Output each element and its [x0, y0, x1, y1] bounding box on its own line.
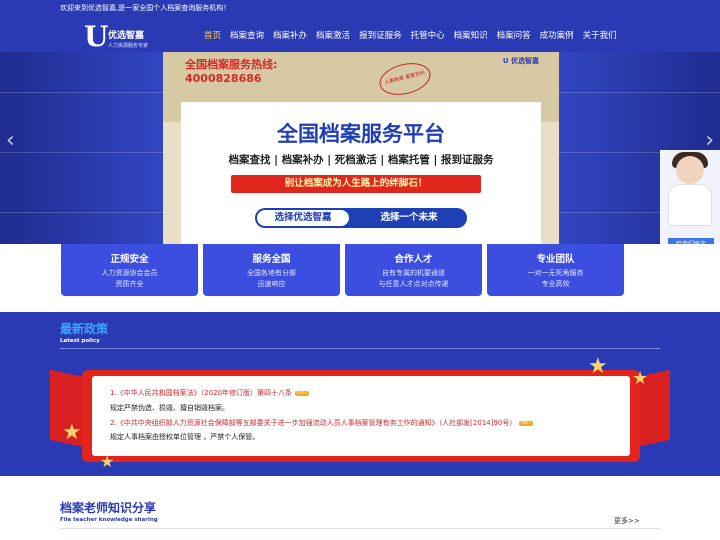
nav-item-report-certificate[interactable]: 报到证服务	[359, 29, 402, 43]
chevron-left-icon[interactable]: ‹	[6, 128, 15, 153]
teacher-sharing-section: 档案老师知识分享 File teacher knowledge sharing …	[0, 476, 720, 540]
customer-service-widget: 给我们留言	[660, 150, 720, 252]
poster-logo: U 优选智嘉	[502, 57, 539, 65]
nav-item-archive-qa[interactable]: 档案问答	[497, 29, 531, 43]
policy-title[interactable]: 2.《中共中央组织部人力资源社会保障部等五部委关于进一步加强流动人员人事档案管理…	[110, 418, 534, 428]
nav-item-archive-activation[interactable]: 档案激活	[316, 29, 350, 43]
hot-badge: HOT	[295, 390, 309, 396]
hero-banner: U 优选智嘉 人力资源服务专家 首页 档案查询 档案补办 档案激活 报到证服务 …	[0, 18, 720, 244]
star-icon: ★	[62, 420, 82, 445]
pill-right-text: 选择一个未来	[380, 212, 438, 223]
banner-slide[interactable]: 全国档案服务热线: 4000828686 人事档案 重要资料 U 优选智嘉 全国…	[163, 52, 559, 244]
features-section: 正规安全 人力资源协会会员 资质齐全 服务全国 全国各地有分部 迅速响应 合作人…	[0, 244, 720, 312]
feature-line: 与任意人才点对点传递	[378, 280, 449, 288]
welcome-text: 欢迎来到优选智嘉,是一家全国个人档案查询服务机构！	[60, 4, 231, 12]
divider	[60, 528, 660, 529]
banner-pill: 选择优选智嘉 选择一个未来	[255, 208, 467, 228]
policy-title[interactable]: 1.《中华人民共和国档案法》（2020年修订版）第四十八条 HOT	[110, 388, 309, 398]
section-subheading: File teacher knowledge sharing	[60, 517, 158, 523]
bookshelf-left	[0, 52, 170, 244]
feature-line: 人力资源协会会员	[101, 269, 158, 277]
hot-badge: HOT	[519, 420, 534, 426]
nav-item-archive-reissue[interactable]: 档案补办	[273, 29, 307, 43]
divider	[60, 348, 660, 349]
nav-item-custody-center[interactable]: 托管中心	[411, 29, 445, 43]
star-icon: ★	[588, 354, 608, 379]
site-logo[interactable]: U 优选智嘉 人力资源服务专家	[84, 20, 174, 54]
logo-mark: U	[84, 20, 109, 53]
latest-policy-section: 最新政策 Latest policy 更多>> 1.《中华人民共和国档案法》（2…	[0, 312, 720, 476]
hotline-number: 4000828686	[185, 72, 262, 85]
section-subheading: Latest policy	[60, 338, 100, 344]
banner-title: 全国档案服务平台	[277, 122, 445, 146]
feature-line: 全国各地有分部	[247, 269, 296, 277]
feature-card[interactable]: 正规安全 人力资源协会会员 资质齐全	[61, 244, 198, 296]
main-nav: 首页 档案查询 档案补办 档案激活 报到证服务 托管中心 档案知识 档案问答 成…	[204, 29, 626, 43]
nav-item-archive-knowledge[interactable]: 档案知识	[454, 29, 488, 43]
star-icon: ★	[100, 452, 115, 471]
slide-indicator	[351, 234, 375, 244]
feature-title: 服务全国	[252, 254, 291, 265]
nav-item-about-us[interactable]: 关于我们	[583, 29, 617, 43]
top-bar: 欢迎来到优选智嘉,是一家全国个人档案查询服务机构！	[0, 0, 720, 18]
more-link[interactable]: 更多>>	[626, 336, 652, 346]
policy-desc: 规定严禁伪造、损毁、擅自销毁档案。	[110, 404, 229, 412]
section-heading: 档案老师知识分享	[60, 501, 157, 515]
banner-services: 档案查找 | 档案补办 | 死档激活 | 档案托管 | 报到证服务	[228, 154, 494, 166]
nav-item-archive-query[interactable]: 档案查询	[230, 29, 264, 43]
poster-card: 全国档案服务平台 档案查找 | 档案补办 | 死档激活 | 档案托管 | 报到证…	[181, 102, 541, 244]
logo-name: 优选智嘉	[108, 31, 145, 41]
feature-title: 专业团队	[536, 254, 575, 265]
feature-line: 专业高效	[541, 280, 570, 288]
policy-scroll: 1.《中华人民共和国档案法》（2020年修订版）第四十八条 HOT 规定严禁伪造、…	[82, 370, 640, 462]
pill-left-text: 选择优选智嘉	[257, 210, 349, 226]
feature-line: 自有专属的机要通道	[382, 269, 445, 277]
banner-tagline: 别让档案成为人生路上的绊脚石！	[231, 175, 481, 193]
feature-line: 一对一无死角服务	[527, 269, 584, 277]
feature-title: 合作人才	[394, 254, 433, 265]
more-link[interactable]: 更多>>	[614, 516, 640, 526]
feature-title: 正规安全	[110, 254, 149, 265]
agent-body	[668, 184, 712, 226]
agent-avatar	[676, 156, 704, 184]
feature-line: 资质齐全	[115, 280, 144, 288]
feature-card[interactable]: 合作人才 自有专属的机要通道 与任意人才点对点传递	[345, 244, 482, 296]
hotline-label: 全国档案服务热线:	[185, 58, 278, 71]
section-heading: 最新政策	[60, 322, 109, 336]
feature-line: 迅速响应	[257, 280, 286, 288]
policy-paper: 1.《中华人民共和国档案法》（2020年修订版）第四十八条 HOT 规定严禁伪造、…	[92, 376, 630, 456]
feature-card[interactable]: 服务全国 全国各地有分部 迅速响应	[203, 244, 340, 296]
feature-card[interactable]: 专业团队 一对一无死角服务 专业高效	[487, 244, 624, 296]
star-icon: ★	[632, 368, 649, 389]
nav-item-success-cases[interactable]: 成功案例	[540, 29, 574, 43]
logo-slogan: 人力资源服务专家	[108, 43, 149, 49]
policy-desc: 规定人事档案由授权单位管理 ，严禁个人保管。	[110, 433, 260, 441]
nav-item-home[interactable]: 首页	[204, 29, 221, 43]
